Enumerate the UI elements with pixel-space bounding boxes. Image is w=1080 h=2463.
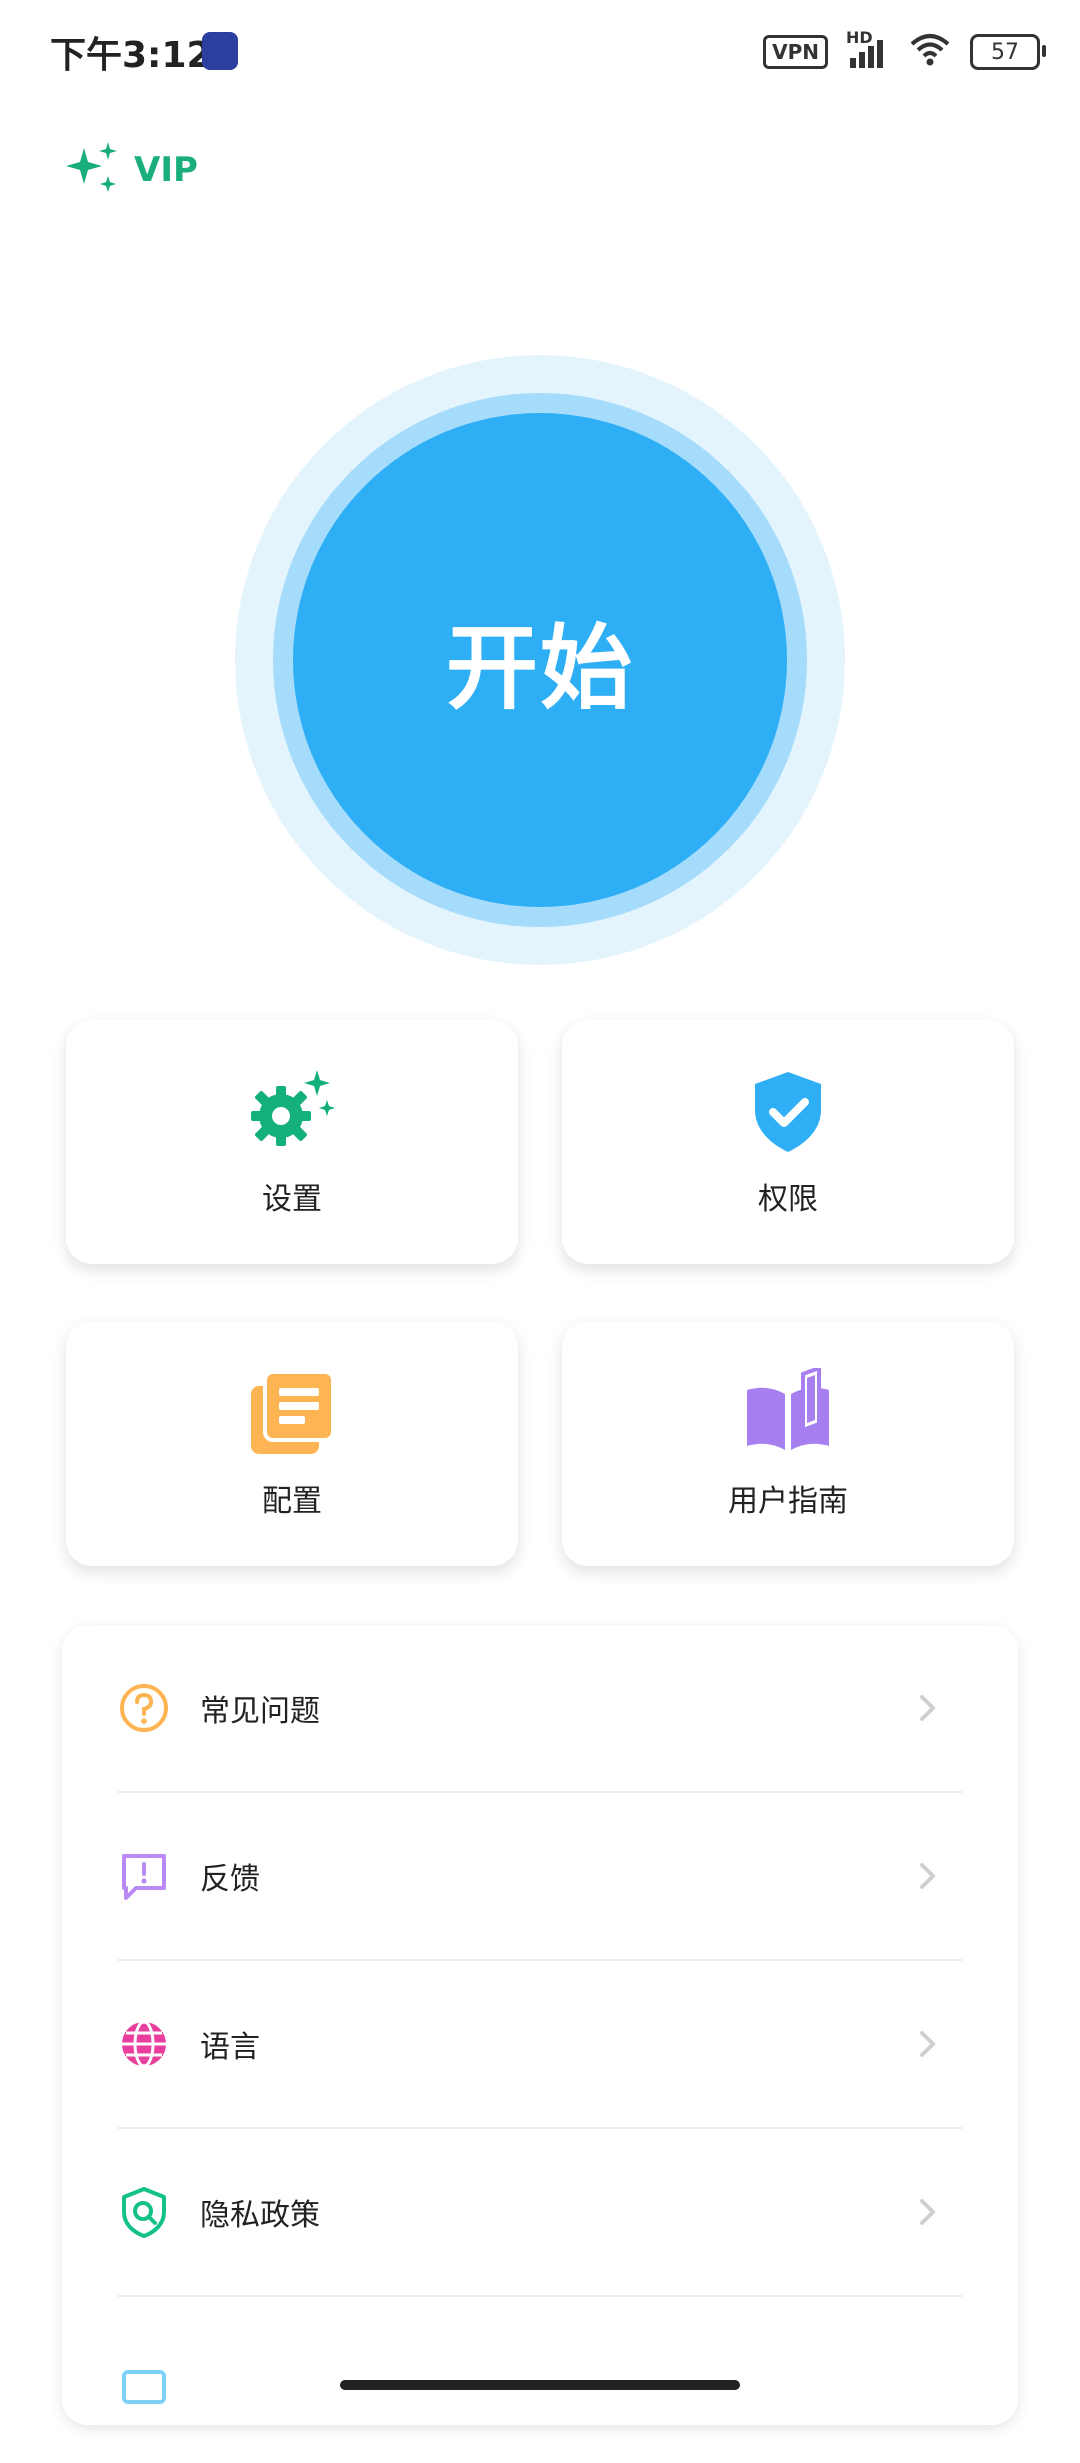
menu-item-language[interactable]: 语言 bbox=[118, 1961, 962, 2127]
start-button[interactable]: 开始 bbox=[293, 413, 787, 907]
tile-user-guide[interactable]: 用户指南 bbox=[562, 1322, 1014, 1566]
feedback-icon bbox=[118, 1850, 170, 1902]
sparkle-icon bbox=[64, 140, 120, 200]
gear-sparkle-icon bbox=[247, 1066, 337, 1156]
menu-card: 常见问题 反馈 语言 隐私政策 bbox=[62, 1625, 1018, 2425]
tile-permissions-label: 权限 bbox=[758, 1182, 818, 1217]
menu-item-privacy-label: 隐私政策 bbox=[200, 2198, 320, 2233]
chevron-right-icon bbox=[912, 2197, 942, 2227]
menu-item-language-label: 语言 bbox=[200, 2030, 260, 2065]
privacy-shield-icon bbox=[118, 2186, 170, 2238]
menu-item-feedback[interactable]: 反馈 bbox=[118, 1793, 962, 1959]
partial-item-icon bbox=[118, 2354, 170, 2406]
start-button-label: 开始 bbox=[445, 614, 634, 722]
tile-settings[interactable]: 设置 bbox=[66, 1020, 518, 1264]
chevron-right-icon bbox=[912, 1693, 942, 1723]
battery-level: 57 bbox=[991, 39, 1019, 65]
status-bar: 下午3:12 VPN HD 57 bbox=[0, 0, 1080, 100]
vip-label: VIP bbox=[134, 150, 198, 190]
document-stack-icon bbox=[247, 1368, 337, 1458]
status-icons: VPN HD 57 bbox=[763, 28, 1046, 72]
tile-user-guide-label: 用户指南 bbox=[728, 1484, 848, 1519]
tile-settings-label: 设置 bbox=[262, 1182, 322, 1217]
chevron-right-icon bbox=[912, 1861, 942, 1891]
tile-config-label: 配置 bbox=[262, 1484, 322, 1519]
signal-icon: HD bbox=[846, 28, 890, 70]
wifi-icon bbox=[908, 32, 952, 72]
chevron-right-icon bbox=[912, 2029, 942, 2059]
notification-app-icon bbox=[202, 32, 238, 70]
globe-icon bbox=[118, 2018, 170, 2070]
battery-icon: 57 bbox=[970, 34, 1046, 70]
menu-item-privacy[interactable]: 隐私政策 bbox=[118, 2129, 962, 2295]
vip-button[interactable]: VIP bbox=[64, 140, 198, 200]
menu-item-faq[interactable]: 常见问题 bbox=[118, 1625, 962, 1791]
tile-permissions[interactable]: 权限 bbox=[562, 1020, 1014, 1264]
menu-item-faq-label: 常见问题 bbox=[200, 1694, 320, 1729]
shield-check-icon bbox=[743, 1066, 833, 1156]
tile-config[interactable]: 配置 bbox=[66, 1322, 518, 1566]
start-button-halo: 开始 bbox=[235, 355, 845, 965]
question-circle-icon bbox=[118, 1682, 170, 1734]
vpn-icon: VPN bbox=[763, 35, 828, 69]
menu-item-feedback-label: 反馈 bbox=[200, 1862, 260, 1897]
home-indicator[interactable] bbox=[340, 2380, 740, 2390]
book-open-icon bbox=[743, 1365, 833, 1458]
status-time: 下午3:12 bbox=[50, 35, 212, 76]
